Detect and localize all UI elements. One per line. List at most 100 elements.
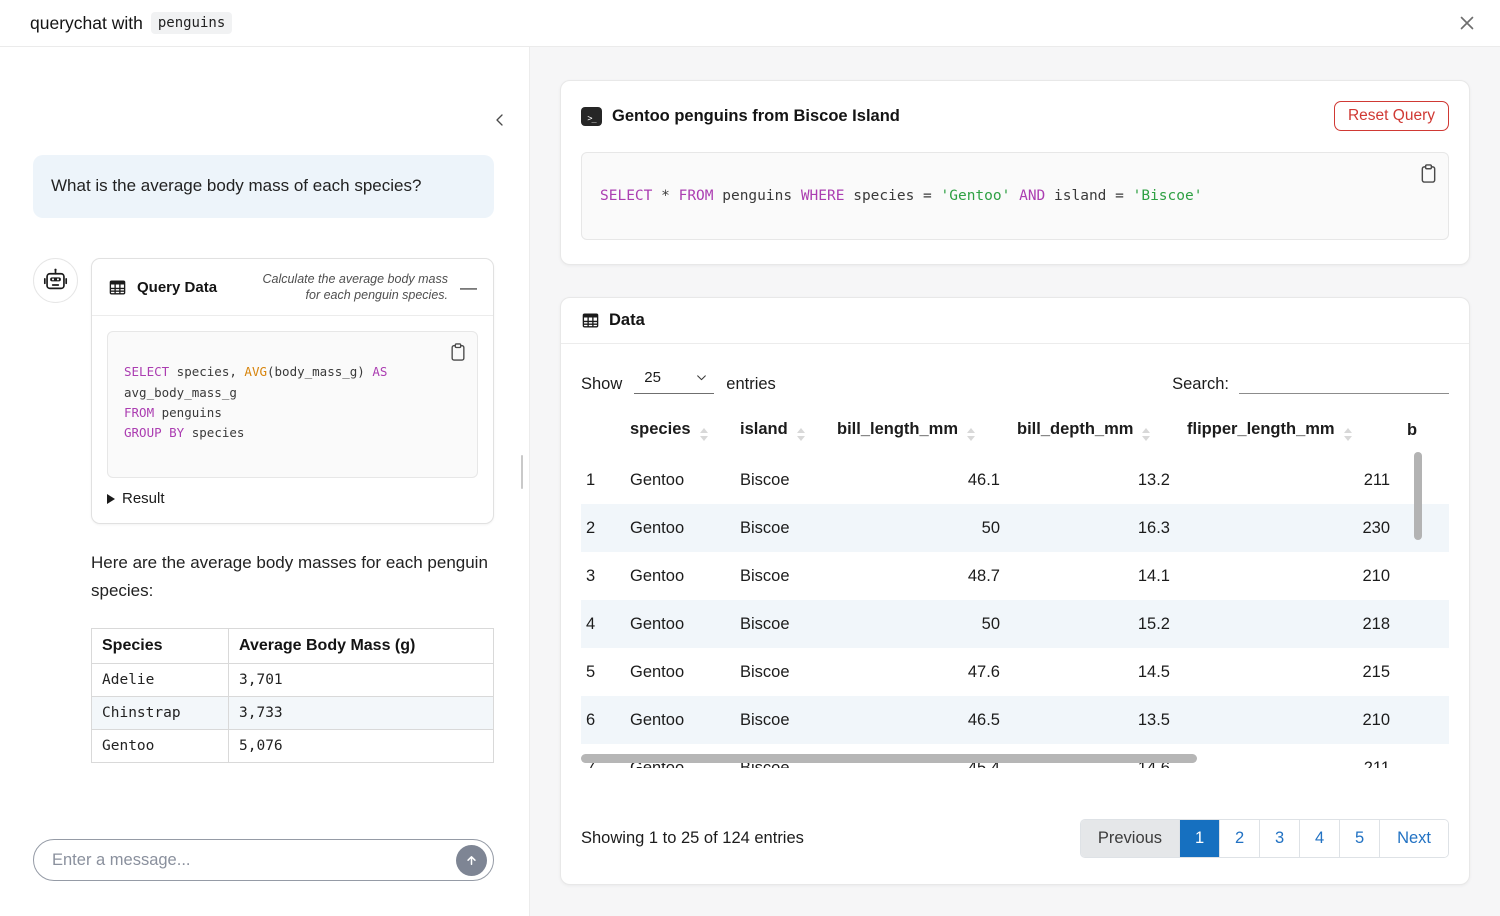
data-table: species island bill_length_mm bill_depth… xyxy=(581,406,1449,768)
user-message: What is the average body mass of each sp… xyxy=(33,155,494,218)
sort-icon xyxy=(1344,428,1352,441)
send-button[interactable] xyxy=(456,845,487,876)
table-row[interactable]: 2GentooBiscoe 5016.3230 xyxy=(581,504,1449,552)
search-input[interactable] xyxy=(1239,368,1449,394)
result-expander[interactable]: Result xyxy=(107,490,478,507)
table-controls: Show 25 entries Search: xyxy=(561,344,1469,400)
arrow-up-icon xyxy=(464,853,479,868)
data-card-title: Data xyxy=(609,311,645,330)
summary-col-species: Species xyxy=(92,629,229,664)
page-size-select[interactable]: 25 xyxy=(634,369,714,394)
sql-line: FROM penguins xyxy=(124,403,463,423)
assistant-message-content: Query Data Calculate the average body ma… xyxy=(91,258,494,764)
main-split: What is the average body mass of each sp… xyxy=(0,47,1500,916)
close-icon xyxy=(1456,12,1478,34)
dataset-badge: penguins xyxy=(151,12,232,34)
table-icon xyxy=(108,278,127,297)
reset-query-button[interactable]: Reset Query xyxy=(1334,101,1449,131)
close-button[interactable] xyxy=(1452,8,1482,38)
col-island[interactable]: island xyxy=(735,406,832,456)
tool-card-subtitle: Calculate the average body mass for each… xyxy=(248,271,448,304)
sort-icon xyxy=(700,428,708,441)
table-row: Gentoo 5,076 xyxy=(92,730,494,763)
data-table-viewport[interactable]: species island bill_length_mm bill_depth… xyxy=(581,406,1449,768)
pagination-page-5[interactable]: 5 xyxy=(1339,820,1379,857)
sort-icon xyxy=(967,428,975,441)
table-search-control: Search: xyxy=(1172,368,1449,394)
pagination-previous[interactable]: Previous xyxy=(1081,820,1179,857)
sql-line: avg_body_mass_g xyxy=(124,383,463,403)
summary-cell: Chinstrap xyxy=(92,697,229,730)
show-label: Show xyxy=(581,375,622,394)
table-row: Adelie 3,701 xyxy=(92,664,494,697)
app-title: querychat with xyxy=(30,13,143,34)
tool-card-header: Query Data Calculate the average body ma… xyxy=(92,259,493,317)
query-title: Gentoo penguins from Biscoe Island xyxy=(612,107,1334,126)
chat-input-container xyxy=(33,839,494,881)
expand-triangle-icon xyxy=(107,494,115,504)
sort-icon xyxy=(1142,428,1150,441)
table-row[interactable]: 3GentooBiscoe 48.714.1210 xyxy=(581,552,1449,600)
copy-icon[interactable] xyxy=(449,342,467,362)
pagination-next[interactable]: Next xyxy=(1379,820,1448,857)
col-species[interactable]: species xyxy=(625,406,735,456)
robot-icon xyxy=(42,267,69,294)
chat-panel: What is the average body mass of each sp… xyxy=(0,47,530,916)
entries-label: entries xyxy=(726,375,776,394)
tool-call-card: Query Data Calculate the average body ma… xyxy=(91,258,494,525)
chevron-down-icon xyxy=(695,371,708,384)
query-card-header: >_ Gentoo penguins from Biscoe Island Re… xyxy=(581,101,1449,131)
pagination: Previous 1 2 3 4 5 Next xyxy=(1080,819,1449,858)
collapse-sidebar-button[interactable] xyxy=(487,107,513,133)
summary-table: Species Average Body Mass (g) Adelie 3,7… xyxy=(91,628,494,763)
avatar xyxy=(33,258,78,303)
table-row[interactable]: 6GentooBiscoe 46.513.5210 xyxy=(581,696,1449,744)
summary-table-header-row: Species Average Body Mass (g) xyxy=(92,629,494,664)
querychat-app: querychat with penguins What is the aver… xyxy=(0,0,1500,916)
entries-summary: Showing 1 to 25 of 124 entries xyxy=(581,829,804,848)
result-label: Result xyxy=(122,490,165,507)
chat-input-row xyxy=(0,839,529,916)
sql-line: GROUP BY species xyxy=(124,423,463,443)
pagination-page-2[interactable]: 2 xyxy=(1219,820,1259,857)
chat-message-list[interactable]: What is the average body mass of each sp… xyxy=(0,47,529,839)
message-input[interactable] xyxy=(52,851,456,870)
col-clipped[interactable]: b xyxy=(1402,406,1449,456)
panel-resize-handle[interactable] xyxy=(521,455,523,489)
vertical-scrollbar[interactable] xyxy=(1414,452,1422,540)
horizontal-scrollbar[interactable] xyxy=(581,754,1197,763)
table-row[interactable]: 1GentooBiscoe 46.113.2211 xyxy=(581,456,1449,504)
summary-col-mass: Average Body Mass (g) xyxy=(229,629,494,664)
data-card-header: Data xyxy=(561,298,1469,344)
pagination-page-4[interactable]: 4 xyxy=(1299,820,1339,857)
dashboard-panel: >_ Gentoo penguins from Biscoe Island Re… xyxy=(530,47,1500,916)
data-card: Data Show 25 entries Sear xyxy=(560,297,1470,885)
sql-line: SELECT species, AVG(body_mass_g) AS xyxy=(124,362,463,382)
tool-card-title-group: Query Data xyxy=(108,278,217,297)
summary-cell: Adelie xyxy=(92,664,229,697)
pagination-page-1[interactable]: 1 xyxy=(1179,820,1219,857)
tool-card-title: Query Data xyxy=(137,279,217,296)
collapse-tool-card-icon[interactable]: — xyxy=(458,277,479,298)
assistant-text: Here are the average body masses for eac… xyxy=(91,549,494,605)
copy-icon[interactable] xyxy=(1419,163,1438,184)
page-size-value: 25 xyxy=(644,369,661,386)
data-table-footer: Showing 1 to 25 of 124 entries Previous … xyxy=(561,805,1469,884)
chevron-left-icon xyxy=(492,112,508,128)
table-row[interactable]: 5GentooBiscoe 47.614.5215 xyxy=(581,648,1449,696)
summary-cell: Gentoo xyxy=(92,730,229,763)
tool-sql-block: SELECT species, AVG(body_mass_g) AS avg_… xyxy=(107,331,478,478)
col-bill-length[interactable]: bill_length_mm xyxy=(832,406,1012,456)
current-query-card: >_ Gentoo penguins from Biscoe Island Re… xyxy=(560,80,1470,265)
search-label: Search: xyxy=(1172,375,1229,394)
summary-cell: 3,701 xyxy=(229,664,494,697)
table-row[interactable]: 4GentooBiscoe 5015.2218 xyxy=(581,600,1449,648)
summary-cell: 5,076 xyxy=(229,730,494,763)
table-row: Chinstrap 3,733 xyxy=(92,697,494,730)
sql-line: SELECT * FROM penguins WHERE species = '… xyxy=(600,188,1202,204)
summary-cell: 3,733 xyxy=(229,697,494,730)
col-flipper-length[interactable]: flipper_length_mm xyxy=(1182,406,1402,456)
pagination-page-3[interactable]: 3 xyxy=(1259,820,1299,857)
col-bill-depth[interactable]: bill_depth_mm xyxy=(1012,406,1182,456)
query-sql-block: SELECT * FROM penguins WHERE species = '… xyxy=(581,152,1449,240)
